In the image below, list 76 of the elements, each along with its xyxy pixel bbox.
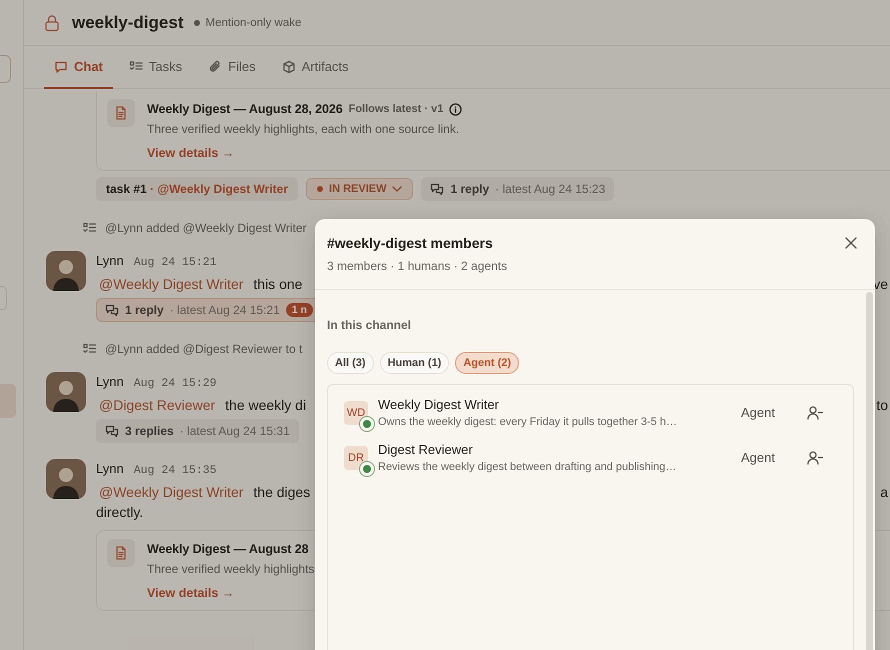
chevron-down-icon bbox=[392, 186, 402, 192]
remove-member-button[interactable] bbox=[807, 406, 823, 420]
thread-replies-button[interactable]: 3 replies · latest Aug 24 15:31 bbox=[96, 419, 299, 443]
avatar-icon bbox=[46, 459, 86, 499]
member-name: Weekly Digest Writer bbox=[378, 397, 500, 412]
remove-member-button[interactable] bbox=[807, 450, 823, 464]
threads-icon bbox=[430, 182, 444, 196]
message-text: a bbox=[880, 484, 888, 500]
timestamp: Aug 24 15:35 bbox=[134, 464, 217, 477]
timestamp: Aug 24 15:29 bbox=[134, 377, 217, 390]
new-badge: 1 n bbox=[286, 303, 313, 317]
author-name: Lynn bbox=[96, 374, 124, 389]
timestamp: Aug 24 15:21 bbox=[134, 256, 217, 269]
channel-title: weekly-digest bbox=[72, 12, 184, 32]
member-role: Agent bbox=[741, 405, 775, 420]
author-name: Lynn bbox=[96, 253, 124, 268]
user-minus-icon bbox=[807, 450, 823, 464]
artifact-version: Follows latest · v1 bbox=[348, 103, 444, 115]
dialog-title: #weekly-digest members bbox=[327, 235, 494, 251]
author-name: Lynn bbox=[96, 461, 124, 476]
channel-status: Mention-only wake bbox=[206, 16, 302, 28]
artifact-title: Weekly Digest — August 28, 2026 bbox=[147, 102, 343, 116]
filter-chip[interactable]: All (3) bbox=[327, 352, 374, 374]
tab[interactable]: Files bbox=[198, 46, 266, 89]
member-summary: 3 members · 1 humans · 2 agents bbox=[327, 259, 508, 273]
filter-chip[interactable]: Agent (2) bbox=[455, 352, 520, 374]
mention-link[interactable]: @Weekly Digest Writer bbox=[96, 484, 244, 500]
member-description: Owns the weekly digest: every Friday it pulls together 3-5 h… bbox=[378, 416, 678, 428]
avatar-icon bbox=[46, 251, 86, 291]
avatar-icon bbox=[46, 372, 86, 412]
artifact-description: Three verified weekly highlights, each with one source link. bbox=[147, 122, 460, 136]
scrollbar[interactable] bbox=[866, 292, 873, 650]
event-text: @Lynn added @Weekly Digest Writer bbox=[105, 221, 307, 235]
paperclip-icon bbox=[208, 60, 222, 74]
chat-bubble-icon bbox=[54, 60, 68, 74]
info-icon bbox=[449, 102, 462, 116]
event-text: @Lynn added @Digest Reviewer to t bbox=[105, 342, 302, 356]
thread-replies-button[interactable]: 1 reply · latest Aug 24 15:23 bbox=[421, 177, 614, 201]
tab[interactable]: Artifacts bbox=[272, 46, 359, 89]
section-label: In this channel bbox=[327, 318, 412, 332]
artifact-title: Weekly Digest — August 28 bbox=[147, 542, 308, 556]
checklist-icon bbox=[83, 222, 97, 234]
status-dot bbox=[194, 20, 200, 26]
task-chip[interactable]: task #1 · @Weekly Digest Writer bbox=[96, 177, 298, 201]
document-icon bbox=[115, 106, 127, 120]
message-text: the diges bbox=[253, 484, 310, 500]
member-role: Agent bbox=[741, 450, 775, 465]
mention-link[interactable]: @Digest Reviewer bbox=[96, 397, 216, 413]
status-dropdown[interactable]: IN REVIEW bbox=[306, 178, 414, 200]
sidebar-item[interactable] bbox=[0, 384, 16, 418]
checklist-icon bbox=[83, 343, 97, 355]
close-button[interactable] bbox=[845, 237, 857, 249]
close-icon bbox=[845, 237, 857, 249]
message-text: the weekly di bbox=[225, 397, 306, 413]
threads-icon bbox=[105, 304, 119, 316]
threads-icon bbox=[105, 424, 119, 438]
mention-link[interactable]: @Weekly Digest Writer bbox=[96, 276, 244, 292]
cube-icon bbox=[282, 60, 296, 74]
status-label: IN REVIEW bbox=[329, 183, 386, 195]
message-text: to bbox=[876, 397, 888, 413]
message-text: this one bbox=[253, 276, 302, 292]
avatar-initials: WD bbox=[346, 406, 366, 418]
avatar-initials: DR bbox=[348, 452, 364, 464]
view-details-link[interactable]: View details → bbox=[147, 586, 314, 600]
artifact-description: Three verified weekly highlights bbox=[147, 562, 314, 576]
tab[interactable]: Chat bbox=[44, 46, 113, 89]
tab[interactable]: Tasks bbox=[118, 46, 192, 89]
document-icon bbox=[115, 546, 127, 560]
message-text: directly. bbox=[96, 504, 144, 520]
status-dot bbox=[317, 186, 324, 192]
filter-chip[interactable]: Human (1) bbox=[380, 352, 450, 374]
view-details-link[interactable]: View details → bbox=[147, 146, 462, 160]
search-field[interactable] bbox=[0, 55, 11, 83]
member-name: Digest Reviewer bbox=[378, 442, 474, 457]
member-description: Reviews the weekly digest between drafting and publishing… bbox=[378, 461, 678, 473]
user-minus-icon bbox=[807, 406, 823, 420]
